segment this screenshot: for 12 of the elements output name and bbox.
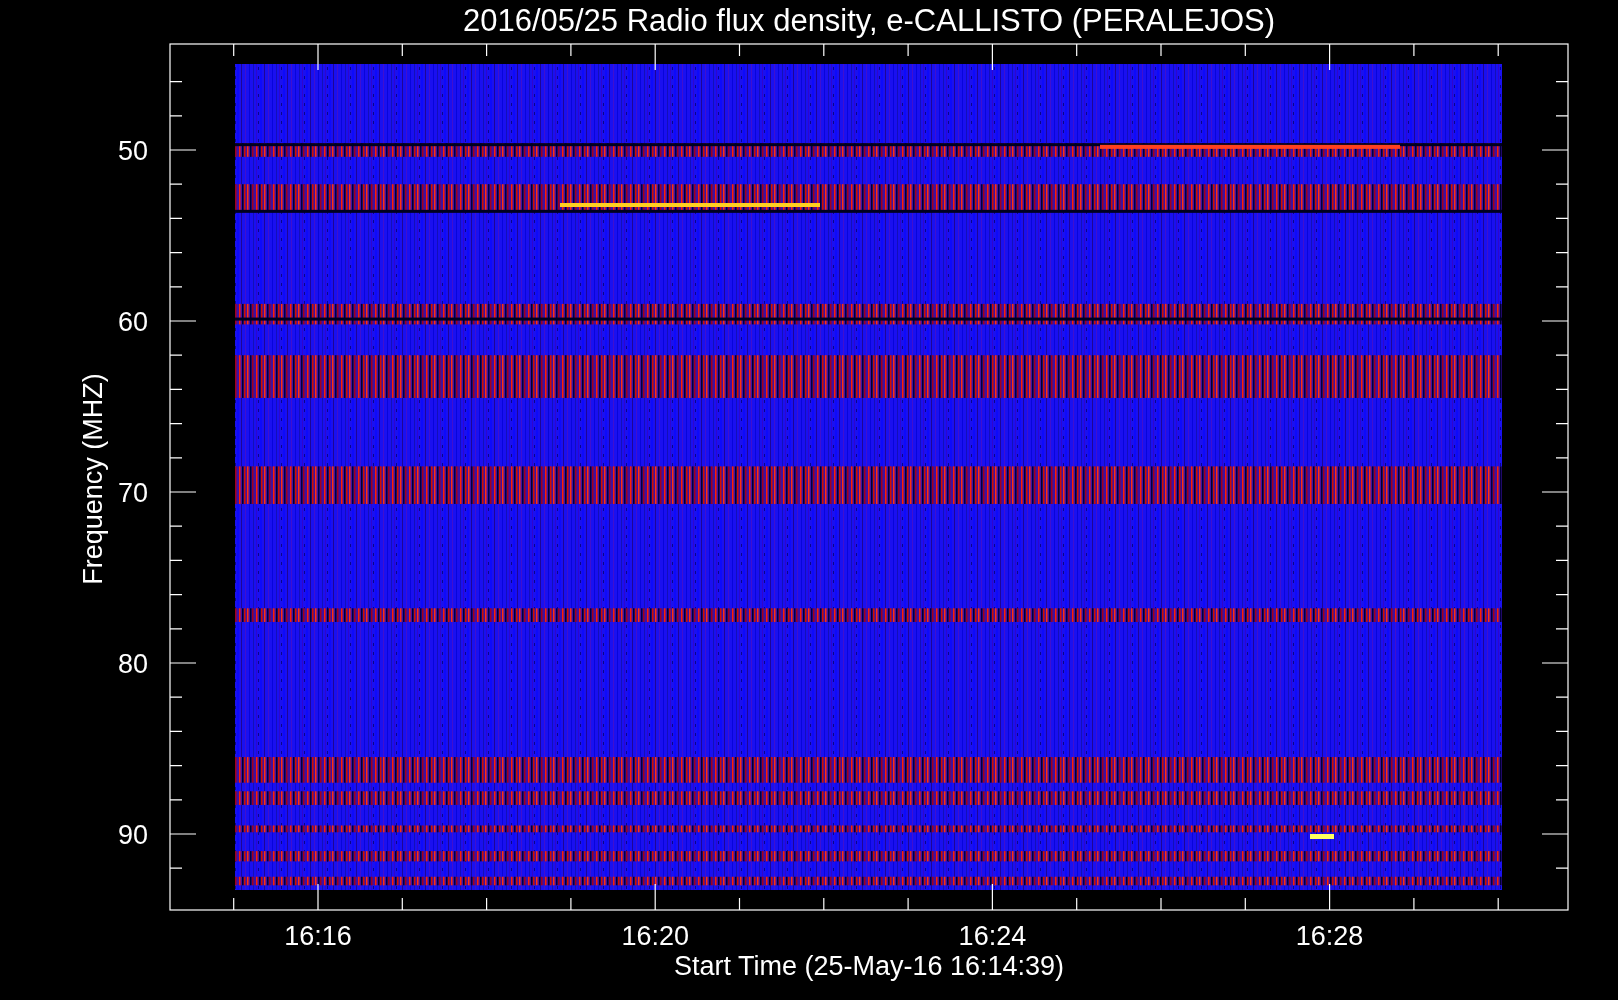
x-tick-label: 16:20 xyxy=(621,921,689,951)
y-tick-label: 60 xyxy=(117,307,148,337)
y-tick-label: 70 xyxy=(117,478,148,508)
x-tick-label: 16:24 xyxy=(958,921,1027,951)
x-axis-title: Start Time (25-May-16 16:14:39) xyxy=(673,951,1065,981)
x-tick-label: 16:28 xyxy=(1295,921,1364,951)
chart-title: 2016/05/25 Radio flux density, e-CALLISTO (PERALEJOS) xyxy=(462,3,1276,38)
y-tick-label: 90 xyxy=(117,820,148,850)
y-axis-title: Frequency (MHZ) xyxy=(78,373,108,585)
y-tick-label: 80 xyxy=(117,649,148,679)
x-tick-label: 16:16 xyxy=(284,921,352,951)
y-tick-label: 50 xyxy=(117,136,148,166)
